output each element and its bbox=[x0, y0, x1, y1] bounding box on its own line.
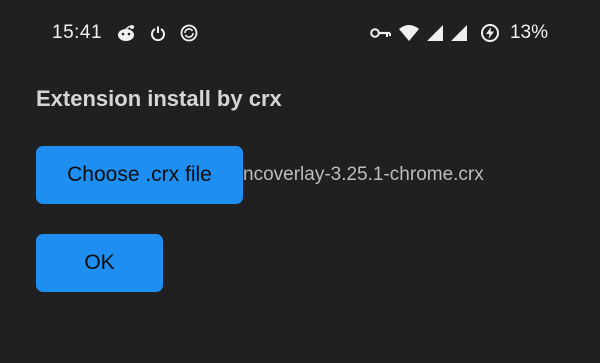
cell-signal-icon bbox=[426, 24, 444, 42]
status-left: 15:41 bbox=[52, 22, 198, 44]
battery-percent: 13% bbox=[509, 22, 548, 43]
cell-signal-icon bbox=[450, 24, 468, 42]
vpn-key-icon bbox=[370, 26, 392, 40]
page-title: Extension install by crx bbox=[36, 86, 282, 111]
power-icon bbox=[150, 25, 166, 41]
sync-icon bbox=[180, 24, 198, 42]
reddit-alien-icon bbox=[116, 24, 136, 42]
choose-crx-file-button[interactable]: Choose .crx file bbox=[36, 146, 243, 204]
wifi-icon bbox=[398, 24, 420, 42]
battery-charging-icon bbox=[480, 23, 500, 43]
selected-file-name: ncoverlay-3.25.1-chrome.crx bbox=[243, 164, 484, 185]
status-bar: 15:41 13% bbox=[0, 0, 600, 68]
app-screen: 15:41 13% Extension install by crx Choos… bbox=[0, 0, 600, 363]
status-right: 13% bbox=[370, 22, 548, 44]
ok-button[interactable]: OK bbox=[36, 234, 163, 292]
status-time: 15:41 bbox=[52, 22, 103, 43]
